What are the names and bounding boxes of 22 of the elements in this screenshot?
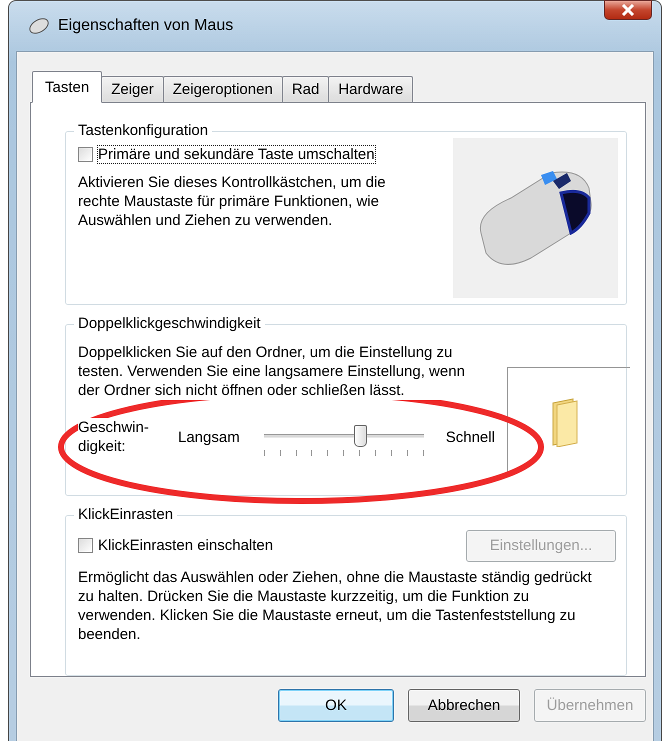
close-button[interactable] <box>604 0 652 20</box>
group-title: Doppelklickgeschwindigkeit <box>74 315 265 332</box>
checkbox-label[interactable]: KlickEinrasten einschalten <box>98 537 274 554</box>
slow-label: Langsam <box>178 428 240 446</box>
tab[interactable]: Rad <box>282 76 330 102</box>
tab[interactable]: Zeiger <box>101 76 164 102</box>
tab[interactable]: Tasten <box>32 71 102 103</box>
cancel-button[interactable]: Abbrechen <box>408 689 520 722</box>
close-icon <box>621 4 635 16</box>
checkbox[interactable] <box>78 538 93 554</box>
checkbox[interactable] <box>78 147 93 162</box>
mouse-icon <box>28 18 50 34</box>
description: Ermöglicht das Auswählen oder Ziehen, ohne die Maustaste ständig gedrückt zu halten. Drücken Sie die Maustaste kurzzeitig, um die Funktion zu verwenden. Klicken Sie die Maustaste erneut, um die Tastenfeststellung zu beenden. <box>78 568 593 644</box>
description: Aktivieren Sie dieses Kontrollkästchen, um die rechte Maustaste für primäre Funktionen, wie Auswählen und Ziehen zu verwenden. <box>78 173 387 230</box>
ok-button[interactable]: OK <box>278 689 394 722</box>
tab[interactable]: Hardware <box>328 76 414 102</box>
checkbox-label[interactable]: Primäre und sekundäre Taste umschalten <box>98 146 375 163</box>
group-title: Tastenkonfiguration <box>74 122 212 139</box>
fast-label: Schnell <box>446 428 495 446</box>
slider-thumb[interactable] <box>354 425 367 447</box>
tab[interactable]: Zeigeroptionen <box>162 76 283 102</box>
window-title: Eigenschaften von Maus <box>58 17 234 35</box>
